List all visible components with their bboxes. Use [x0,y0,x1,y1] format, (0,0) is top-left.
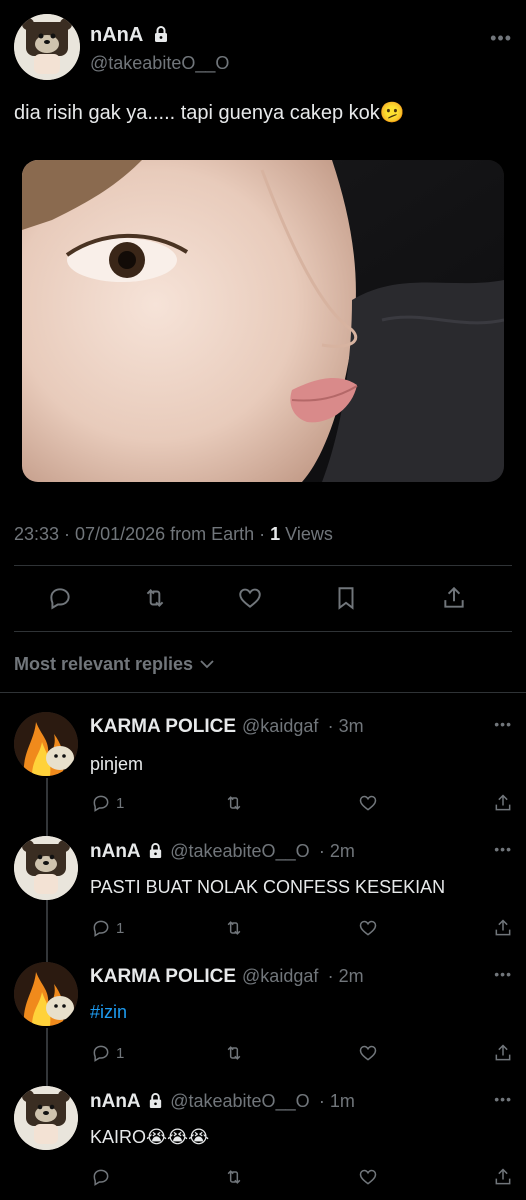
reply-author[interactable]: nAnA @takeabiteO__O · 1m [90,1091,355,1115]
author-handle[interactable]: @takeabiteO__O [90,53,229,74]
post-text-body: dia risih gak ya..... tapi guenya cakep … [14,102,380,124]
thread-line [46,778,48,838]
reply-author[interactable]: KARMA POLICE @kaidgaf · 2m [90,966,364,988]
share-icon[interactable] [440,584,468,612]
replies-sort-toggle[interactable]: Most relevant replies [14,653,214,675]
share-icon[interactable] [492,792,514,814]
retweet-icon[interactable] [222,917,246,939]
views-label: Views [280,524,333,544]
like-icon[interactable] [357,792,379,814]
divider [0,692,526,693]
thread-line [46,1028,48,1088]
retweet-icon[interactable] [222,1166,246,1188]
bookmark-icon[interactable] [332,584,360,612]
views-count: 1 [270,524,281,544]
author-display-name[interactable]: nAnA [90,24,143,46]
reply-time: · 2m [318,841,355,861]
like-icon[interactable] [357,917,379,939]
like-icon[interactable] [357,1042,379,1064]
retweet-icon[interactable] [222,1042,246,1064]
post-image[interactable] [22,160,504,482]
reply-count: 1 [116,795,125,812]
reply-display-name[interactable]: KARMA POLICE [90,716,236,737]
reply-icon[interactable] [46,584,74,612]
divider [14,565,512,566]
author-name[interactable]: nAnA [90,24,170,47]
divider [14,631,512,632]
reply-handle[interactable]: @takeabiteO__O [170,841,309,861]
reply-count: 1 [116,1045,125,1062]
share-icon[interactable] [492,1166,514,1188]
share-icon[interactable] [492,917,514,939]
more-icon[interactable]: ••• [490,28,512,49]
replies-sort-label: Most relevant replies [14,654,194,674]
avatar[interactable] [14,712,78,776]
reply-author[interactable]: KARMA POLICE @kaidgaf · 3m [90,716,364,738]
reply-display-name[interactable]: KARMA POLICE [90,966,236,987]
post-text: dia risih gak ya..... tapi guenya cakep … [14,100,405,125]
reply-time: · 2m [327,966,364,986]
more-icon[interactable]: ••• [494,841,512,857]
reply-hashtag[interactable]: #izin [90,1002,127,1023]
reply-text: KAIRO😭😭😭 [90,1127,210,1147]
like-icon[interactable] [357,1166,379,1188]
reply-icon[interactable] [90,792,112,814]
thread-line [46,898,48,964]
post-timestamp[interactable]: 23:33 · 07/01/2026 from Earth · [14,524,270,544]
reply-icon[interactable] [90,1166,112,1188]
more-icon[interactable]: ••• [494,716,512,732]
lock-icon [152,25,170,43]
avatar[interactable] [14,14,80,80]
reply-author[interactable]: nAnA @takeabiteO__O · 2m [90,841,355,865]
avatar[interactable] [14,836,78,900]
post-meta: 23:33 · 07/01/2026 from Earth · 1 Views [14,524,333,545]
retweet-icon[interactable] [140,584,170,612]
like-icon[interactable] [236,584,264,612]
reply-icon[interactable] [90,917,112,939]
lock-icon [147,1092,164,1115]
avatar[interactable] [14,1086,78,1150]
reply-count: 1 [116,920,125,937]
reply-time: · 1m [318,1091,355,1111]
reply-handle[interactable]: @kaidgaf [242,966,318,986]
reply-text: PASTI BUAT NOLAK CONFESS KESEKIAN [90,877,446,897]
reply-handle[interactable]: @takeabiteO__O [170,1091,309,1111]
reply-display-name[interactable]: nAnA [90,1091,140,1112]
reply-handle[interactable]: @kaidgaf [242,716,318,736]
reply-time: · 3m [327,716,364,736]
reply-icon[interactable] [90,1042,112,1064]
more-icon[interactable]: ••• [494,966,512,982]
reply-text: pinjem [90,754,144,774]
post-emoji: 🫤 [379,102,405,124]
lock-icon [147,842,164,865]
share-icon[interactable] [492,1042,514,1064]
chevron-down-icon [200,653,214,674]
more-icon[interactable]: ••• [494,1091,512,1107]
avatar[interactable] [14,962,78,1026]
retweet-icon[interactable] [222,792,246,814]
reply-display-name[interactable]: nAnA [90,841,140,862]
